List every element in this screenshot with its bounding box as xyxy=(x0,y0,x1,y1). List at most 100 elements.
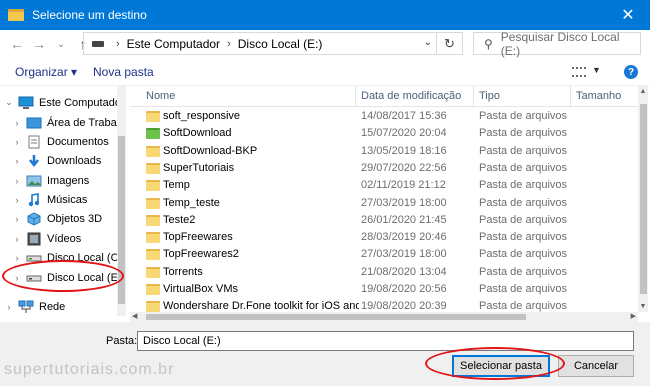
folder-icon xyxy=(146,214,160,226)
expand-chevron-icon[interactable]: › xyxy=(12,118,22,128)
address-dropdown-chevron-icon[interactable]: ⌄ xyxy=(424,37,432,48)
file-date: 02/11/2019 21:12 xyxy=(361,179,446,192)
computer-icon xyxy=(18,96,34,110)
expand-chevron-icon[interactable]: › xyxy=(12,137,22,147)
breadcrumb-separator: › xyxy=(227,37,231,50)
expand-chevron-icon[interactable]: › xyxy=(12,176,22,186)
folder-icon xyxy=(146,162,160,174)
file-date: 15/07/2020 20:04 xyxy=(361,127,447,140)
file-type: Pasta de arquivos xyxy=(479,213,568,226)
sidebar-item-this-pc[interactable]: ⌄ Este Computador xyxy=(4,93,125,112)
scroll-up-arrow-icon[interactable]: ▲ xyxy=(638,88,648,95)
help-icon[interactable]: ? xyxy=(624,65,638,79)
file-date: 29/07/2020 22:56 xyxy=(361,161,447,174)
sidebar-item-3d-objects[interactable]: › Objetos 3D xyxy=(12,209,102,228)
file-date: 27/03/2019 18:00 xyxy=(361,248,447,261)
forward-arrow-icon[interactable]: → xyxy=(28,33,50,55)
view-options-icon[interactable] xyxy=(572,67,586,77)
expand-chevron-icon[interactable]: › xyxy=(12,156,22,166)
column-header-name[interactable]: Nome xyxy=(146,90,175,102)
column-header-date[interactable]: Data de modificação xyxy=(361,90,461,102)
file-type: Pasta de arquivos xyxy=(479,144,568,157)
search-input[interactable]: ⚲ Pesquisar Disco Local (E:) xyxy=(473,30,641,58)
expand-chevron-icon[interactable]: ⌄ xyxy=(4,97,14,108)
file-name: SoftDownload-BKP xyxy=(163,144,258,157)
recent-locations-chevron-icon[interactable]: ⌄ xyxy=(50,33,72,55)
sidebar-item-music[interactable]: › Músicas xyxy=(12,190,87,209)
music-icon xyxy=(26,192,42,207)
breadcrumb-this-pc[interactable]: Este Computador xyxy=(127,37,220,51)
back-arrow-icon[interactable]: ← xyxy=(6,33,28,55)
folder-icon xyxy=(146,180,160,192)
column-divider[interactable] xyxy=(570,86,571,107)
refresh-icon[interactable]: ↻ xyxy=(436,33,462,54)
highlight-ellipse-select-folder xyxy=(425,347,565,380)
sidebar-item-label: Músicas xyxy=(47,193,88,206)
cancel-button[interactable]: Cancelar xyxy=(558,355,634,377)
horizontal-scrollbar-thumb[interactable] xyxy=(146,314,526,320)
table-row[interactable]: Temp 02/11/2019 21:12 Pasta de arquivos xyxy=(130,177,638,194)
file-date: 27/03/2019 18:00 xyxy=(361,196,447,209)
expand-chevron-icon[interactable]: › xyxy=(4,302,14,312)
table-row[interactable]: Wondershare Dr.Fone toolkit for iOS and … xyxy=(130,298,638,312)
table-row[interactable]: TopFreewares 28/03/2019 20:46 Pasta de arq… xyxy=(130,229,638,246)
file-type: Pasta de arquivos xyxy=(479,179,568,192)
file-list: Nome Data de modificação Tipo Tamanho so… xyxy=(130,86,638,312)
file-name: Wondershare Dr.Fone toolkit for iOS and … xyxy=(163,300,359,312)
file-type: Pasta de arquivos xyxy=(479,300,568,312)
table-row[interactable]: TopFreewares2 27/03/2019 18:00 Pasta de ar… xyxy=(130,246,638,263)
file-list-vertical-scrollbar[interactable]: ▲ ▼ xyxy=(638,86,648,312)
vertical-scrollbar-thumb[interactable] xyxy=(640,104,647,294)
table-row[interactable]: Torrents 21/08/2020 13:04 Pasta de arquivo… xyxy=(130,264,638,281)
expand-chevron-icon[interactable]: › xyxy=(12,195,22,205)
file-list-horizontal-scrollbar[interactable]: ◀ ▶ xyxy=(130,312,638,322)
folder-icon xyxy=(146,301,160,312)
scroll-left-arrow-icon[interactable]: ◀ xyxy=(132,312,137,320)
file-date: 28/03/2019 20:46 xyxy=(361,231,447,244)
sidebar-item-documents[interactable]: › Documentos xyxy=(12,132,109,151)
column-divider[interactable] xyxy=(473,86,474,107)
sidebar-item-network[interactable]: › Rede xyxy=(4,297,65,316)
downloads-icon xyxy=(26,154,42,168)
scroll-down-arrow-icon[interactable]: ▼ xyxy=(638,303,648,310)
column-divider[interactable] xyxy=(355,86,356,107)
table-row[interactable]: SoftDownload-BKP 13/05/2019 18:16 Pasta de… xyxy=(130,143,638,160)
sidebar-item-desktop[interactable]: › Área de Trabalho xyxy=(12,113,127,132)
organize-button[interactable]: Organizar ▾ xyxy=(15,65,77,79)
sidebar-item-label: Objetos 3D xyxy=(47,212,103,225)
table-row[interactable]: SoftDownload 15/07/2020 20:04 Pasta de arq… xyxy=(130,125,638,142)
sidebar-item-label: Imagens xyxy=(47,174,90,187)
file-name: Temp xyxy=(163,179,190,192)
breadcrumb-local-disk-e[interactable]: Disco Local (E:) xyxy=(238,37,323,51)
folder-icon xyxy=(8,9,24,21)
sidebar-item-downloads[interactable]: › Downloads xyxy=(12,151,101,170)
highlight-ellipse-local-disk-e xyxy=(2,260,124,292)
address-bar[interactable]: › Este Computador › Disco Local (E:) ⌄ ↻ xyxy=(83,32,463,55)
table-row[interactable]: Temp_teste 27/03/2019 18:00 Pasta de arqui… xyxy=(130,195,638,212)
view-dropdown-icon[interactable]: ▼ xyxy=(592,65,601,75)
folder-icon xyxy=(146,249,160,261)
navigation-bar: ← → ⌄ ↑ › Este Computador › Disco Local … xyxy=(0,30,650,58)
scroll-right-arrow-icon[interactable]: ▶ xyxy=(631,312,636,320)
file-date: 21/08/2020 13:04 xyxy=(361,265,447,278)
expand-chevron-icon[interactable]: › xyxy=(12,234,22,244)
table-row[interactable]: SuperTutoriais 29/07/2020 22:56 Pasta de a… xyxy=(130,160,638,177)
sidebar-item-videos[interactable]: › Vídeos xyxy=(12,229,81,248)
folder-icon xyxy=(146,266,160,278)
new-folder-button[interactable]: Nova pasta xyxy=(93,65,154,79)
network-icon xyxy=(18,300,34,314)
file-name: SoftDownload xyxy=(163,127,232,140)
expand-chevron-icon[interactable]: › xyxy=(12,214,22,224)
close-button[interactable]: ✕ xyxy=(606,0,650,30)
table-row[interactable]: Teste2 26/01/2020 21:45 Pasta de arquivos xyxy=(130,212,638,229)
column-header-type[interactable]: Tipo xyxy=(479,90,500,102)
expand-chevron-icon[interactable]: › xyxy=(12,253,22,263)
file-name: SuperTutoriais xyxy=(163,161,235,174)
folder-name-input[interactable]: Disco Local (E:) xyxy=(137,331,634,351)
column-header-size[interactable]: Tamanho xyxy=(576,90,621,102)
videos-icon xyxy=(26,232,42,246)
table-row[interactable]: soft_responsive 14/08/2017 15:36 Pasta de … xyxy=(130,108,638,125)
desktop-icon xyxy=(26,116,42,130)
sidebar-item-pictures[interactable]: › Imagens xyxy=(12,171,90,190)
table-row[interactable]: VirtualBox VMs 19/08/2020 20:56 Pasta de a… xyxy=(130,281,638,298)
